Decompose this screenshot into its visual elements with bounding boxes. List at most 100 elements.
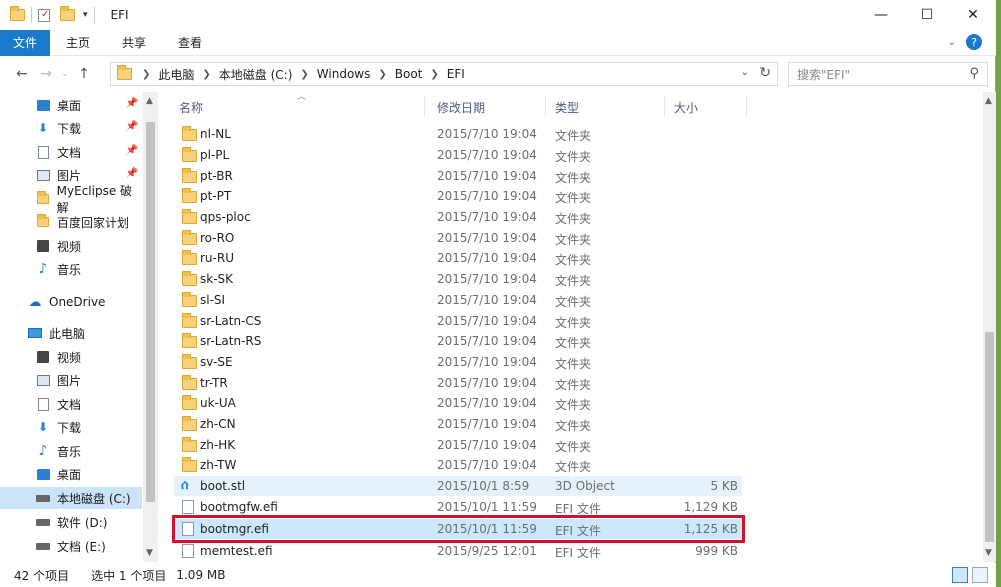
tab-view[interactable]: 查看 <box>162 30 218 56</box>
column-divider[interactable] <box>424 96 425 116</box>
customize-quick-access-icon[interactable]: ▾ <box>83 10 88 20</box>
file-row[interactable]: sl-SI 2015/7/10 19:04 文件夹 <box>174 290 742 310</box>
tab-share[interactable]: 共享 <box>106 30 162 56</box>
sidebar-item-videos-pc[interactable]: 视频 <box>0 346 142 368</box>
pin-icon[interactable]: 📌 <box>126 121 138 132</box>
file-row[interactable]: ro-RO 2015/7/10 19:04 文件夹 <box>174 228 742 248</box>
scroll-down-icon[interactable]: ▼ <box>146 548 153 558</box>
file-row[interactable]: sr-Latn-CS 2015/7/10 19:04 文件夹 <box>174 311 742 331</box>
column-header-type[interactable]: 类型 <box>555 99 579 116</box>
sidebar-item-label: 文档 <box>57 397 82 412</box>
sidebar-item-desktop[interactable]: 桌面 📌 <box>0 94 142 116</box>
sidebar-item-music[interactable]: ♪ 音乐 <box>0 258 142 280</box>
breadcrumb-windows[interactable]: Windows <box>317 67 371 81</box>
file-row[interactable]: zh-HK 2015/7/10 19:04 文件夹 <box>174 435 742 455</box>
scroll-up-icon[interactable]: ▲ <box>985 96 992 106</box>
file-row[interactable]: zh-TW 2015/7/10 19:04 文件夹 <box>174 455 742 475</box>
search-input[interactable]: 搜索"EFI" <box>797 66 850 83</box>
sidebar-item-desktop-pc[interactable]: 桌面 <box>0 463 142 485</box>
sidebar-item-drive-d[interactable]: 软件 (D:) <box>0 511 142 533</box>
file-row[interactable]: uk-UA 2015/7/10 19:04 文件夹 <box>174 393 742 413</box>
tab-home[interactable]: 主页 <box>50 30 106 56</box>
breadcrumb-this-pc[interactable]: 此电脑 <box>158 66 194 83</box>
file-row[interactable]: bootmgfw.efi 2015/10/1 11:59 EFI 文件 1,12… <box>174 497 742 517</box>
sidebar-item-myeclipse[interactable]: MyEclipse 破解 <box>0 184 142 215</box>
large-icons-view-icon[interactable] <box>972 567 988 583</box>
expand-ribbon-icon[interactable]: ⌄ <box>948 37 956 48</box>
minimize-button[interactable]: — <box>858 0 904 30</box>
close-button[interactable]: ✕ <box>950 0 996 30</box>
sidebar-item-drive-e[interactable]: 文档 (E:) <box>0 535 142 557</box>
scrollbar-thumb[interactable] <box>985 332 994 542</box>
search-box[interactable]: 搜索"EFI" ⚲ <box>788 62 988 86</box>
file-row[interactable]: sr-Latn-RS 2015/7/10 19:04 文件夹 <box>174 331 742 351</box>
pin-icon[interactable]: 📌 <box>126 145 138 156</box>
sidebar-item-documents[interactable]: 文档 📌 <box>0 141 142 163</box>
chevron-right-icon[interactable]: ❯ <box>202 69 210 80</box>
chevron-right-icon[interactable]: ❯ <box>430 69 438 80</box>
sidebar-item-videos[interactable]: 视频 <box>0 235 142 257</box>
help-icon[interactable]: ? <box>966 34 982 50</box>
tab-file[interactable]: 文件 <box>0 29 50 56</box>
up-icon[interactable]: ↑ <box>72 66 96 82</box>
sidebar-item-onedrive[interactable]: ☁ OneDrive <box>0 291 142 313</box>
chevron-right-icon[interactable]: ❯ <box>300 69 308 80</box>
column-divider[interactable] <box>746 96 747 116</box>
breadcrumb-boot[interactable]: Boot <box>395 67 423 81</box>
sidebar-item-downloads[interactable]: ⬇ 下载 📌 <box>0 117 142 139</box>
search-icon[interactable]: ⚲ <box>969 66 979 81</box>
chevron-right-icon[interactable]: ❯ <box>142 69 150 80</box>
refresh-icon[interactable]: ↻ <box>759 65 771 81</box>
details-view-icon[interactable] <box>952 567 968 583</box>
file-row[interactable]: ru-RU 2015/7/10 19:04 文件夹 <box>174 248 742 268</box>
column-header-size[interactable]: 大小 <box>674 99 698 116</box>
pin-icon[interactable]: 📌 <box>126 98 138 109</box>
column-header-date[interactable]: 修改日期 <box>437 99 485 116</box>
forward-icon[interactable]: → <box>34 66 58 82</box>
breadcrumb-local-disk[interactable]: 本地磁盘 (C:) <box>219 66 293 83</box>
folder-icon <box>182 292 197 307</box>
file-row[interactable]: qps-ploc 2015/7/10 19:04 文件夹 <box>174 207 742 227</box>
file-row[interactable]: zh-CN 2015/7/10 19:04 文件夹 <box>174 414 742 434</box>
file-row[interactable]: tr-TR 2015/7/10 19:04 文件夹 <box>174 373 742 393</box>
scroll-down-icon[interactable]: ▼ <box>985 548 992 558</box>
sidebar-item-pictures-pc[interactable]: 图片 <box>0 369 142 391</box>
new-folder-icon[interactable] <box>60 6 75 21</box>
recent-locations-icon[interactable]: ⌄ <box>58 69 72 79</box>
file-row[interactable]: ሰ boot.stl 2015/10/1 8:59 3D Object 5 KB <box>174 476 742 496</box>
pin-icon[interactable]: 📌 <box>126 168 138 179</box>
file-row[interactable]: pt-PT 2015/7/10 19:04 文件夹 <box>174 186 742 206</box>
folder-icon <box>182 457 197 472</box>
sidebar-item-local-disk-c[interactable]: 本地磁盘 (C:) <box>0 487 142 509</box>
folder-icon <box>182 209 197 224</box>
sidebar-item-documents-pc[interactable]: 文档 <box>0 393 142 415</box>
sort-ascending-icon: ︿ <box>297 92 307 102</box>
divider <box>93 7 95 23</box>
file-row[interactable]: sk-SK 2015/7/10 19:04 文件夹 <box>174 269 742 289</box>
file-row[interactable]: pl-PL 2015/7/10 19:04 文件夹 <box>174 145 742 165</box>
file-row[interactable]: nl-NL 2015/7/10 19:04 文件夹 <box>174 124 742 144</box>
chevron-right-icon[interactable]: ❯ <box>378 69 386 80</box>
sidebar-item-downloads-pc[interactable]: ⬇ 下载 <box>0 416 142 438</box>
column-divider[interactable] <box>545 96 546 116</box>
file-list-scrollbar[interactable]: ▲ ▼ <box>983 92 996 562</box>
folder-icon <box>36 191 50 206</box>
file-row[interactable]: sv-SE 2015/7/10 19:04 文件夹 <box>174 352 742 372</box>
navigation-scrollbar[interactable]: ▲ ▼ <box>143 92 158 562</box>
properties-icon[interactable]: ✓ <box>38 8 50 22</box>
column-header-name[interactable]: 名称 <box>179 99 203 116</box>
maximize-button[interactable]: ☐ <box>904 0 950 30</box>
sidebar-item-baidu[interactable]: 百度回家计划 <box>0 211 142 233</box>
address-bar[interactable]: ❯ 此电脑 ❯ 本地磁盘 (C:) ❯ Windows ❯ Boot ❯ EFI… <box>110 62 778 86</box>
breadcrumb-efi[interactable]: EFI <box>447 67 465 81</box>
file-type: 文件夹 <box>555 150 592 164</box>
address-dropdown-icon[interactable]: ⌄ <box>741 67 749 78</box>
file-row[interactable]: pt-BR 2015/7/10 19:04 文件夹 <box>174 166 742 186</box>
scroll-up-icon[interactable]: ▲ <box>146 96 153 106</box>
sidebar-item-this-pc[interactable]: 此电脑 <box>0 322 142 344</box>
column-divider[interactable] <box>664 96 665 116</box>
back-icon[interactable]: ← <box>10 66 34 82</box>
sidebar-item-music-pc[interactable]: ♪ 音乐 <box>0 440 142 462</box>
file-row[interactable]: memtest.efi 2015/9/25 12:01 EFI 文件 999 K… <box>174 541 742 561</box>
scrollbar-thumb[interactable] <box>146 122 155 502</box>
